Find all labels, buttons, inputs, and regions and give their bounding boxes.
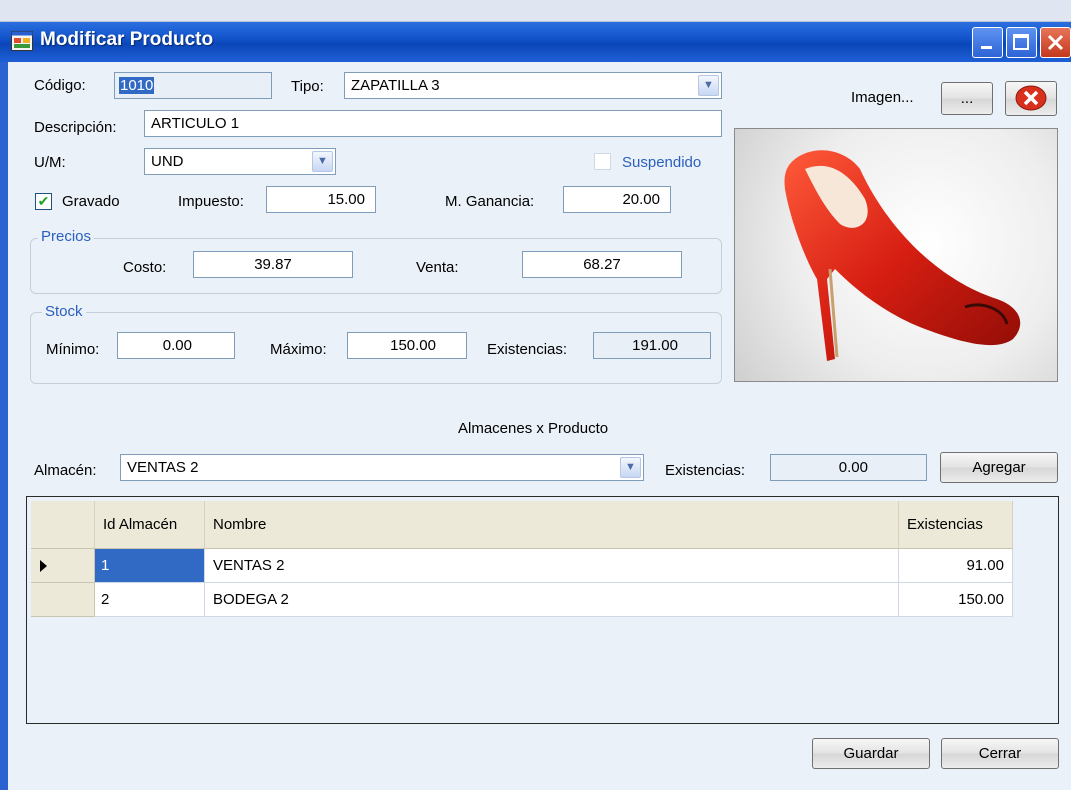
almacenes-section-title: Almacenes x Producto (458, 420, 609, 437)
tipo-value: ZAPATILLA 3 (351, 77, 440, 94)
minimo-field[interactable]: 0.00 (117, 332, 235, 359)
table-cell[interactable]: BODEGA 2 (205, 583, 899, 617)
stock-title: Stock (42, 303, 86, 320)
almacen-existencias-label: Existencias: (665, 462, 746, 479)
um-value: UND (151, 153, 184, 170)
codigo-value: 1010 (119, 77, 155, 94)
grid-header-existencias[interactable]: Existencias (899, 501, 1013, 549)
grid-corner-header (31, 501, 95, 549)
grid-header-id[interactable]: Id Almacén (95, 501, 205, 549)
almacen-existencias-field: 0.00 (770, 454, 927, 481)
imagen-label: Imagen... (851, 89, 914, 106)
venta-label: Venta: (416, 259, 459, 276)
codigo-field[interactable]: 1010 (114, 72, 272, 99)
gravado-checkbox[interactable]: ✔ (35, 193, 52, 210)
maximo-field[interactable]: 150.00 (347, 332, 467, 359)
table-cell[interactable]: VENTAS 2 (205, 549, 899, 583)
maximo-label: Máximo: (270, 341, 327, 358)
ganancia-field[interactable]: 20.00 (563, 186, 671, 213)
window-form-icon (11, 31, 33, 51)
stock-existencias-field: 191.00 (593, 332, 711, 359)
table-cell[interactable]: 150.00 (899, 583, 1013, 617)
close-window-button[interactable] (1040, 27, 1071, 58)
chevron-down-icon[interactable]: ▼ (312, 151, 333, 172)
grid-row-header[interactable] (31, 549, 95, 583)
background-window-strip (0, 0, 1071, 22)
red-shoe-image (784, 150, 1021, 361)
cerrar-button[interactable]: Cerrar (941, 738, 1059, 769)
costo-field[interactable]: 39.87 (193, 251, 353, 278)
chevron-down-icon[interactable]: ▼ (620, 457, 641, 478)
product-image (734, 128, 1058, 382)
window-title: Modificar Producto (40, 29, 214, 50)
venta-field[interactable]: 68.27 (522, 251, 682, 278)
minimo-label: Mínimo: (46, 341, 100, 358)
grid-row-header[interactable] (31, 583, 95, 617)
gravado-label: Gravado (62, 193, 120, 210)
table-cell[interactable]: 91.00 (899, 549, 1013, 583)
stock-existencias-label: Existencias: (487, 341, 568, 358)
table-cell[interactable]: 2 (95, 583, 205, 617)
red-x-circle-icon (1015, 85, 1047, 111)
maximize-icon (1013, 34, 1029, 50)
minimize-button[interactable] (972, 27, 1003, 58)
suspendido-checkbox[interactable] (594, 153, 611, 170)
remove-image-button[interactable] (1005, 81, 1057, 116)
um-select[interactable]: UND ▼ (144, 148, 336, 175)
ganancia-label: M. Ganancia: (445, 193, 535, 210)
grid-header-nombre[interactable]: Nombre (205, 501, 899, 549)
descripcion-field[interactable]: ARTICULO 1 (144, 110, 722, 137)
chevron-down-icon[interactable]: ▼ (698, 75, 719, 96)
descripcion-label: Descripción: (34, 119, 117, 136)
close-icon (1047, 34, 1064, 51)
agregar-button[interactable]: Agregar (940, 452, 1058, 483)
impuesto-label: Impuesto: (178, 193, 244, 210)
almacen-select[interactable]: VENTAS 2 ▼ (120, 454, 644, 481)
um-label: U/M: (34, 154, 66, 171)
triangle-right-icon (40, 560, 47, 572)
minimize-icon (981, 46, 992, 49)
suspendido-label: Suspendido (622, 154, 702, 171)
browse-image-button[interactable]: ... (941, 82, 993, 115)
maximize-button[interactable] (1006, 27, 1037, 58)
table-cell[interactable]: 1 (95, 549, 205, 583)
guardar-button[interactable]: Guardar (812, 738, 930, 769)
almacen-label: Almacén: (34, 462, 97, 479)
tipo-label: Tipo: (291, 78, 324, 95)
costo-label: Costo: (123, 259, 167, 276)
window-left-border (0, 62, 8, 790)
almacen-value: VENTAS 2 (127, 459, 199, 476)
almacenes-grid[interactable]: Id Almacén Nombre Existencias 1 VENTAS 2… (26, 496, 1059, 724)
impuesto-field[interactable]: 15.00 (266, 186, 376, 213)
codigo-label: Código: (34, 77, 86, 94)
precios-title: Precios (38, 228, 95, 245)
tipo-select[interactable]: ZAPATILLA 3 ▼ (344, 72, 722, 99)
